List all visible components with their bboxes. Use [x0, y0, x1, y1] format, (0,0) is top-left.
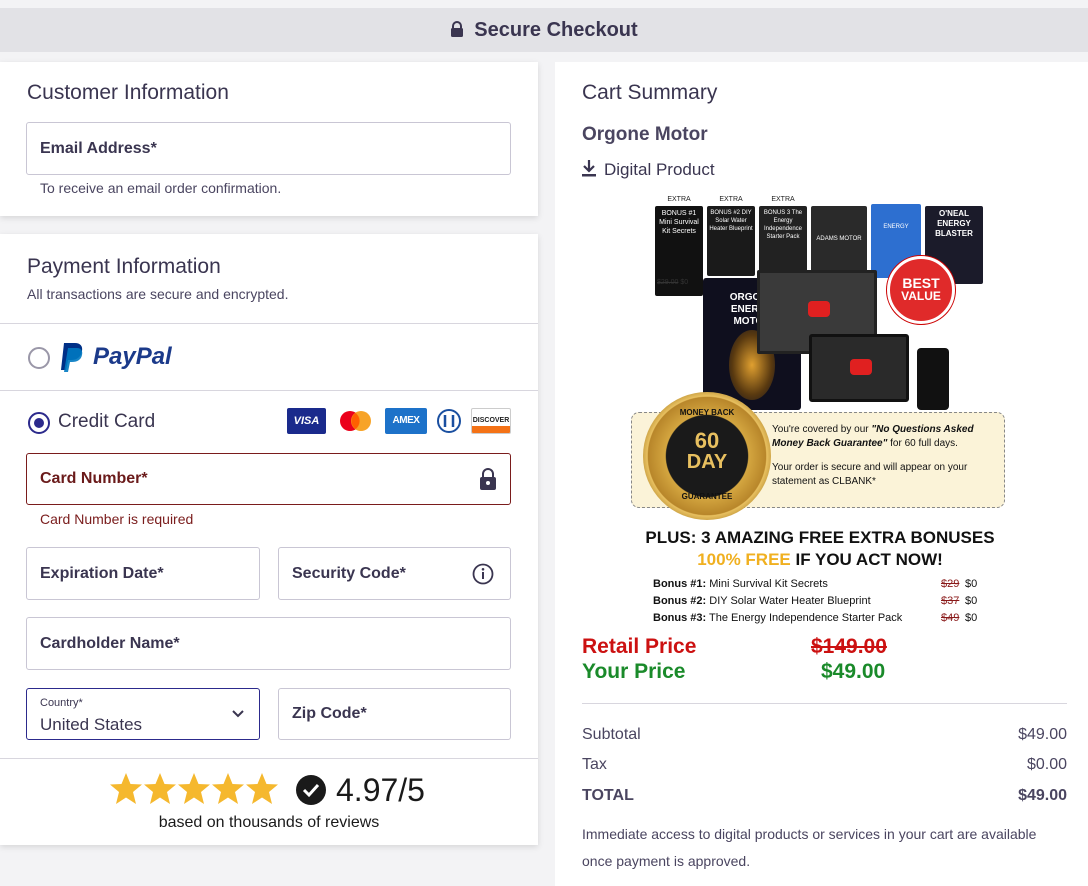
paypal-label: PayPal — [93, 343, 172, 370]
info-icon[interactable] — [472, 563, 494, 585]
country-select[interactable]: Country* United States — [26, 688, 260, 740]
amex-logo-icon: AMEX — [385, 408, 427, 434]
total-label: TOTAL — [582, 787, 634, 804]
list-item: Bonus #3: The Energy Independence Starte… — [653, 612, 978, 624]
divider — [0, 390, 538, 391]
paypal-wordmark: PayPal — [93, 343, 172, 371]
rating-caption: based on thousands of reviews — [158, 814, 380, 831]
rating-value: 4.97/5 — [336, 772, 425, 808]
credit-card-radio[interactable] — [28, 412, 50, 434]
customer-heading: Customer Information — [27, 81, 229, 104]
laptop-screen — [809, 334, 909, 402]
access-footnote: Immediate access to digital products or … — [582, 826, 1037, 869]
expiration-date-field[interactable]: Expiration Date* — [26, 547, 260, 600]
total-row: TOTAL $49.00 — [582, 787, 1067, 805]
zip-code-field[interactable]: Zip Code* — [278, 688, 511, 740]
list-item: Bonus #1: Mini Survival Kit Secrets $29 … — [653, 578, 978, 590]
lock-icon — [480, 468, 496, 490]
your-price-label: Your Price — [582, 660, 686, 683]
retail-price-value: $149.00 — [811, 635, 887, 658]
security-code-field[interactable]: Security Code* — [278, 547, 511, 600]
card-number-field[interactable]: Card Number* — [26, 453, 511, 505]
divider — [582, 703, 1067, 704]
email-label: Email Address* — [40, 139, 157, 157]
country-value: United States — [40, 715, 143, 734]
zip-code-label: Zip Code* — [292, 705, 367, 722]
tax-row: Tax $0.00 — [582, 756, 1067, 774]
download-icon — [582, 160, 596, 177]
adams-motor-book: ADAMS MOTOR — [811, 206, 867, 278]
your-price-value: $49.00 — [821, 660, 886, 683]
free-bonuses-subheading: 100% FREE IF YOU ACT NOW! — [697, 550, 943, 569]
country-small-label: Country* — [40, 697, 83, 709]
divider — [0, 758, 538, 759]
best-value-badge: BEST VALUE — [887, 256, 955, 324]
chevron-down-icon — [232, 710, 244, 718]
secure-checkout-header: Secure Checkout — [0, 8, 1088, 52]
header-title: Secure Checkout — [474, 18, 638, 41]
cart-heading: Cart Summary — [582, 81, 718, 104]
mastercard-logo-icon — [336, 408, 375, 434]
customer-information-panel: Customer Information Email Address* To r… — [0, 62, 538, 216]
retail-price-label: Retail Price — [582, 635, 697, 658]
tax-value: $0.00 — [1026, 756, 1067, 773]
diners-club-logo-icon — [434, 408, 464, 434]
payment-information-panel: Payment Information All transactions are… — [0, 234, 538, 845]
email-helper-text: To receive an email order confirmation. — [40, 180, 282, 196]
lock-icon — [451, 21, 464, 37]
tax-label: Tax — [582, 756, 607, 773]
email-field[interactable]: Email Address* — [26, 122, 511, 175]
product-type: Digital Product — [604, 160, 715, 179]
bonus-list: Bonus #1: Mini Survival Kit Secrets $29 … — [653, 578, 983, 629]
expiration-label: Expiration Date* — [40, 564, 164, 582]
rating-stars — [109, 772, 287, 806]
paypal-option[interactable]: PayPal — [0, 324, 538, 390]
total-value: $49.00 — [1018, 787, 1067, 804]
list-item: Bonus #2: DIY Solar Water Heater Bluepri… — [653, 595, 978, 607]
subtotal-row: Subtotal $49.00 — [582, 726, 1067, 744]
card-number-label: Card Number* — [40, 470, 148, 487]
cardholder-name-field[interactable]: Cardholder Name* — [26, 617, 511, 670]
paypal-radio[interactable] — [28, 347, 50, 369]
phone-graphic — [917, 348, 949, 410]
plus-bonuses-heading: PLUS: 3 AMAZING FREE EXTRA BONUSES — [645, 528, 995, 547]
security-code-label: Security Code* — [292, 564, 406, 582]
payment-subtitle: All transactions are secure and encrypte… — [27, 286, 289, 302]
subtotal-label: Subtotal — [582, 726, 641, 743]
guarantee-text-1: You're covered by our "No Questions Aske… — [772, 424, 974, 449]
paypal-logo-icon — [61, 343, 83, 372]
product-name: Orgone Motor — [582, 124, 708, 145]
money-back-seal: MONEY BACK 60 DAY GUARANTEE — [643, 392, 771, 520]
bonus-book-2: EXTRA BONUS #2 DIY Solar Water Heater Bl… — [707, 196, 755, 276]
visa-logo-icon: VISA — [287, 408, 326, 434]
bonus-book-price: $29.00 $0 — [657, 279, 689, 286]
guarantee-text-2: Your order is secure and will appear on … — [772, 462, 968, 487]
subtotal-value: $49.00 — [1018, 726, 1067, 743]
credit-card-label[interactable]: Credit Card — [58, 411, 155, 433]
bonus-book-3: EXTRA BONUS 3 The Energy Independence St… — [759, 196, 807, 276]
card-number-error: Card Number is required — [40, 511, 194, 527]
verified-check-icon — [296, 775, 326, 805]
payment-heading: Payment Information — [27, 255, 221, 278]
star-icon — [110, 773, 278, 804]
cardholder-label: Cardholder Name* — [40, 634, 180, 652]
discover-logo-icon: DISCOVER — [471, 408, 511, 434]
product-promo-image: EXTRA BONUS #1 Mini Survival Kit Secrets… — [629, 194, 1011, 634]
cart-summary-panel: Cart Summary Orgone Motor Digital Produc… — [555, 62, 1088, 886]
